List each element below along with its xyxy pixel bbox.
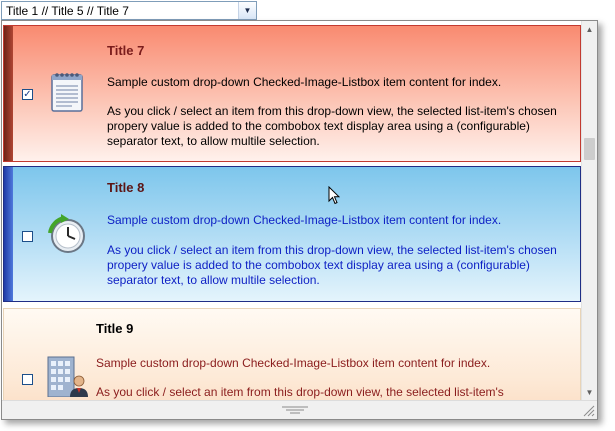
- chevron-down-icon[interactable]: ▼: [238, 2, 256, 19]
- selection-stripe: [4, 26, 13, 161]
- item-title: Title 7: [107, 43, 145, 58]
- list-item-title-8[interactable]: Title 8 Sample custom drop-down Checked-…: [3, 166, 581, 302]
- dropdown-list: ✓ Title 7 Sample custom drop-down Checke…: [1, 20, 598, 420]
- item-summary: Sample custom drop-down Checked-Image-Li…: [96, 356, 491, 370]
- item-checkbox[interactable]: [22, 374, 33, 385]
- item-description: As you click / select an item from this …: [107, 243, 557, 287]
- resize-grip-icon[interactable]: [280, 406, 310, 414]
- item-summary: Sample custom drop-down Checked-Image-Li…: [107, 213, 502, 227]
- item-description: As you click / select an item from this …: [96, 385, 504, 399]
- item-checkbox[interactable]: ✓: [22, 89, 33, 100]
- resize-footer[interactable]: [2, 400, 597, 419]
- item-description: As you click / select an item from this …: [107, 104, 557, 148]
- clock-refresh-icon: [44, 211, 90, 257]
- vertical-scrollbar[interactable]: ▲ ▼: [581, 21, 597, 401]
- list-item-title-7[interactable]: ✓ Title 7 Sample custom drop-down Checke…: [3, 25, 581, 162]
- combobox-text: Title 1 // Title 5 // Title 7: [6, 4, 129, 18]
- item-title: Title 8: [107, 180, 145, 195]
- scrollbar-thumb[interactable]: [584, 138, 595, 160]
- item-title: Title 9: [96, 321, 134, 336]
- scroll-up-icon[interactable]: ▲: [582, 21, 597, 38]
- size-grip-icon[interactable]: [583, 405, 595, 417]
- mouse-pointer-icon: [328, 186, 340, 205]
- scroll-down-icon[interactable]: ▼: [582, 384, 597, 401]
- item-summary: Sample custom drop-down Checked-Image-Li…: [107, 75, 502, 89]
- office-building-user-icon: [44, 351, 90, 398]
- notepad-icon: [44, 69, 90, 115]
- hover-stripe: [4, 167, 13, 301]
- combobox[interactable]: Title 1 // Title 5 // Title 7 ▼: [1, 1, 257, 20]
- item-checkbox[interactable]: [22, 231, 33, 242]
